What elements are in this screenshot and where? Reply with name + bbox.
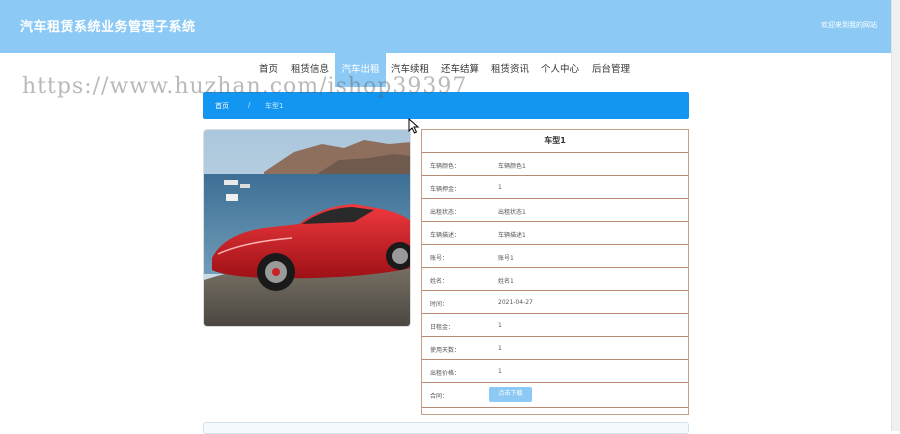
detail-row-description: 车辆描述： 车辆描述1 xyxy=(422,221,688,244)
car-photo-icon xyxy=(204,130,410,326)
detail-row-deposit: 车辆押金： 1 xyxy=(422,175,688,198)
row-label: 出租状态： xyxy=(430,209,461,216)
breadcrumb-home[interactable]: 首页 xyxy=(215,101,229,111)
row-value: 车辆颜色1 xyxy=(498,163,526,170)
row-label: 合同： xyxy=(430,393,449,400)
breadcrumb-separator: / xyxy=(248,101,251,109)
download-contract-button[interactable]: 点击下载 xyxy=(489,387,532,402)
row-label: 车辆押金： xyxy=(430,186,461,193)
row-value: 车辆描述1 xyxy=(498,232,526,239)
nav-item-rental-news[interactable]: 租赁资讯 xyxy=(491,53,529,87)
detail-row-name: 姓名： 姓名1 xyxy=(422,267,688,290)
detail-row-time: 时间： 2021-04-27 xyxy=(422,290,688,313)
row-value: 2021-04-27 xyxy=(498,299,533,306)
watermark-text: https://www.huzhan.com/ishop39397 xyxy=(22,74,468,99)
row-value: 账号1 xyxy=(498,255,514,262)
nav-item-personal-center[interactable]: 个人中心 xyxy=(541,53,579,87)
row-value: 1 xyxy=(498,322,502,329)
row-value: 1 xyxy=(498,345,502,352)
row-value: 姓名1 xyxy=(498,278,514,285)
vehicle-detail-table: 车型1 车辆颜色： 车辆颜色1 车辆押金： 1 出租状态： 出租状态1 车辆描述… xyxy=(421,129,689,415)
bottom-panel xyxy=(203,422,689,434)
row-value: 1 xyxy=(498,368,502,375)
row-label: 日租金： xyxy=(430,324,455,331)
car-image xyxy=(203,129,411,327)
detail-row-price: 出租价格： 1 xyxy=(422,359,688,382)
welcome-text: 欢迎来到我的网站 xyxy=(821,21,877,29)
detail-row-daily-rent: 日租金： 1 xyxy=(422,313,688,336)
detail-row-account: 账号： 账号1 xyxy=(422,244,688,267)
vehicle-title: 车型1 xyxy=(544,136,566,145)
row-label: 姓名： xyxy=(430,278,449,285)
row-label: 时间： xyxy=(430,301,449,308)
detail-row-days: 使用天数： 1 xyxy=(422,336,688,359)
breadcrumb-current: 车型1 xyxy=(265,102,284,110)
detail-row-status: 出租状态： 出租状态1 xyxy=(422,198,688,221)
detail-row-contract: 合同： 点击下载 xyxy=(422,382,688,408)
row-label: 车辆颜色： xyxy=(430,163,461,170)
row-value: 1 xyxy=(498,184,502,191)
site-title: 汽车租赁系统业务管理子系统 xyxy=(20,20,196,35)
row-label: 车辆描述： xyxy=(430,232,461,239)
row-label: 使用天数： xyxy=(430,347,461,354)
mouse-cursor-icon xyxy=(408,118,420,134)
nav-item-admin[interactable]: 后台管理 xyxy=(592,53,630,87)
site-header: 汽车租赁系统业务管理子系统 欢迎来到我的网站 xyxy=(0,0,891,53)
detail-row-color: 车辆颜色： 车辆颜色1 xyxy=(422,152,688,175)
scrollbar[interactable] xyxy=(891,0,900,431)
row-value: 出租状态1 xyxy=(498,209,526,216)
row-label: 账号： xyxy=(430,255,449,262)
row-label: 出租价格： xyxy=(430,370,461,377)
